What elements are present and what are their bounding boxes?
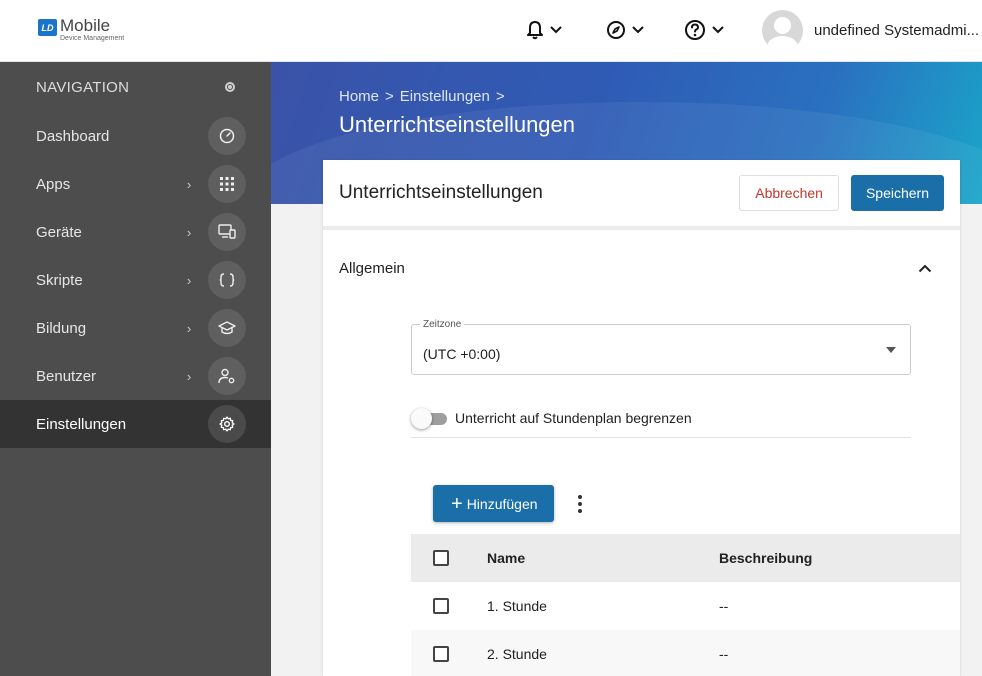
chevron-right-icon: ›	[186, 368, 192, 384]
chevron-right-icon: ›	[186, 272, 192, 288]
column-header-description[interactable]: Beschreibung	[719, 550, 960, 566]
schedule-limit-toggle[interactable]	[411, 407, 447, 429]
card-header: Unterrichtseinstellungen Abbrechen Speic…	[323, 160, 960, 230]
app-logo[interactable]: LD Mobile Device Management	[38, 17, 124, 42]
nav-header: NAVIGATION	[0, 62, 271, 112]
avatar	[762, 10, 803, 51]
table-row[interactable]: 2. Stunde --	[411, 630, 960, 676]
devices-icon	[218, 224, 236, 239]
sidebar: NAVIGATION Dashboard Apps › Geräte › Skr…	[0, 62, 271, 676]
cancel-button[interactable]: Abbrechen	[739, 175, 839, 211]
chevron-up-icon[interactable]	[918, 264, 932, 273]
help-menu-button[interactable]	[684, 17, 724, 43]
top-bar: LD Mobile Device Management undefined Sy…	[0, 0, 982, 62]
sidebar-item-geraete[interactable]: Geräte ›	[0, 208, 271, 256]
compass-menu-button[interactable]	[606, 17, 644, 43]
table-header: Name Beschreibung	[411, 534, 960, 582]
sidebar-item-benutzer[interactable]: Benutzer ›	[0, 352, 271, 400]
compass-icon	[607, 21, 625, 39]
chevron-down-icon	[550, 26, 562, 34]
chevron-down-icon	[632, 26, 644, 34]
row-checkbox[interactable]	[433, 646, 449, 662]
chevron-right-icon: ›	[186, 176, 192, 192]
schedule-limit-row: Unterricht auf Stundenplan begrenzen	[411, 406, 911, 438]
sidebar-item-einstellungen[interactable]: Einstellungen	[0, 400, 271, 448]
row-name: 1. Stunde	[487, 598, 547, 614]
chevron-down-icon	[712, 26, 724, 34]
page-title: Unterrichtseinstellungen	[339, 112, 576, 137]
timezone-select[interactable]: Zeitzone (UTC +0:00)	[411, 319, 911, 375]
section-title: Allgemein	[339, 260, 405, 277]
row-checkbox[interactable]	[433, 598, 449, 614]
chevron-right-icon: ›	[186, 320, 192, 336]
timezone-value: (UTC +0:00)	[423, 346, 501, 362]
more-options-icon[interactable]	[573, 492, 587, 516]
speedometer-icon	[219, 128, 235, 144]
table-row[interactable]: 1. Stunde --	[411, 582, 960, 630]
timezone-label: Zeitzone	[420, 319, 465, 330]
breadcrumb-einstellungen[interactable]: Einstellungen	[400, 88, 490, 105]
braces-icon	[219, 273, 235, 287]
sidebar-item-skripte[interactable]: Skripte ›	[0, 256, 271, 304]
breadcrumb-separator: >	[495, 88, 505, 105]
lessons-table: Name Beschreibung 1. Stunde -- 2. Stunde…	[411, 534, 960, 676]
graduation-cap-icon	[218, 321, 236, 335]
row-description: --	[719, 646, 729, 662]
notifications-menu-button[interactable]	[526, 17, 562, 43]
help-icon	[685, 20, 705, 40]
add-button[interactable]: + Hinzufügen	[433, 485, 554, 522]
chevron-right-icon: ›	[186, 224, 192, 240]
settings-card: Unterrichtseinstellungen Abbrechen Speic…	[323, 160, 960, 676]
row-name: 2. Stunde	[487, 646, 547, 662]
grid-icon	[220, 177, 234, 191]
logo-subtitle: Device Management	[60, 35, 125, 42]
sidebar-item-dashboard[interactable]: Dashboard	[0, 112, 271, 160]
user-settings-icon	[218, 368, 235, 384]
caret-down-icon	[886, 347, 896, 353]
breadcrumb: Home > Einstellungen >	[339, 88, 505, 105]
user-name: undefined Systemadmi...	[814, 22, 980, 39]
bell-icon	[527, 21, 543, 40]
select-all-checkbox[interactable]	[433, 550, 449, 566]
breadcrumb-home[interactable]: Home	[339, 88, 379, 105]
card-title: Unterrichtseinstellungen	[339, 182, 543, 203]
section-general-header[interactable]: Allgemein	[339, 260, 932, 277]
gear-icon	[219, 416, 235, 432]
breadcrumb-separator: >	[385, 88, 394, 105]
user-menu[interactable]: undefined Systemadmi... ˅	[762, 10, 982, 51]
plus-icon: +	[451, 492, 463, 515]
column-header-name[interactable]: Name	[487, 550, 719, 566]
pin-sidebar-icon[interactable]	[225, 82, 235, 92]
row-description: --	[719, 598, 729, 614]
save-button[interactable]: Speichern	[850, 175, 944, 211]
sidebar-item-apps[interactable]: Apps ›	[0, 160, 271, 208]
logo-mark: LD	[38, 19, 57, 36]
logo-title: Mobile	[60, 16, 111, 35]
sidebar-item-bildung[interactable]: Bildung ›	[0, 304, 271, 352]
schedule-limit-label: Unterricht auf Stundenplan begrenzen	[455, 410, 692, 426]
